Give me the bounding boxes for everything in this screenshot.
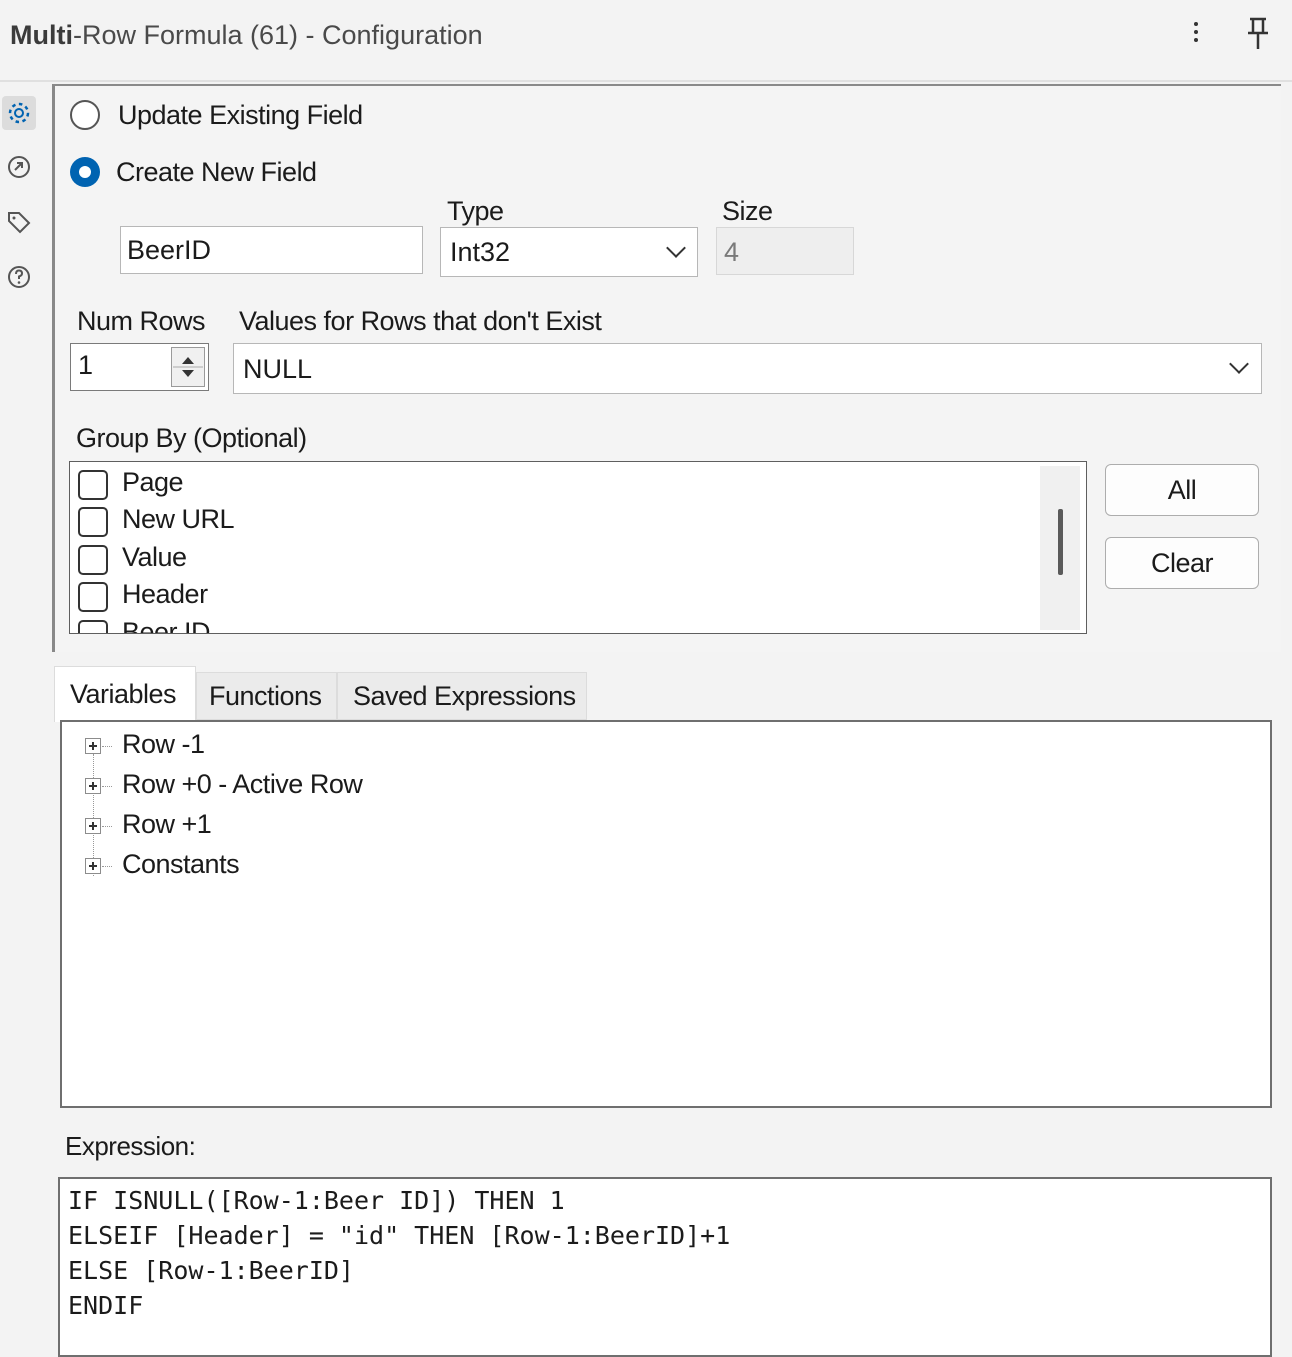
expression-line: ENDIF bbox=[68, 1291, 144, 1320]
expand-icon[interactable] bbox=[85, 818, 101, 834]
values-for-rows-label: Values for Rows that don't Exist bbox=[239, 306, 602, 336]
group-by-scrollbar[interactable] bbox=[1040, 466, 1080, 630]
expression-label: Expression: bbox=[65, 1131, 196, 1161]
size-value: 4 bbox=[724, 237, 740, 267]
num-rows-stepper[interactable]: 1 bbox=[70, 343, 209, 391]
tree-branch bbox=[102, 786, 112, 787]
connections-icon[interactable] bbox=[2, 150, 36, 184]
group-by-checkbox-new-url[interactable] bbox=[78, 507, 108, 537]
values-for-rows-dropdown[interactable]: NULL bbox=[233, 343, 1262, 394]
tree-item-active-row[interactable]: Row +0 - Active Row bbox=[122, 769, 363, 800]
tree-branch bbox=[102, 866, 112, 867]
update-existing-label[interactable]: Update Existing Field bbox=[118, 100, 363, 131]
create-new-label[interactable]: Create New Field bbox=[116, 157, 317, 188]
group-by-item-label: Header bbox=[122, 579, 208, 609]
group-by-item-label: Page bbox=[122, 467, 184, 497]
window-header: Multi-Row Formula (61) - Configuration bbox=[0, 0, 1292, 72]
field-name-input[interactable]: BeerID bbox=[120, 226, 423, 274]
scrollbar-thumb[interactable] bbox=[1058, 509, 1063, 575]
group-by-item-label: New URL bbox=[122, 504, 235, 534]
stepper-buttons[interactable] bbox=[171, 347, 205, 387]
group-by-list[interactable]: Page New URL Value Header Beer ID bbox=[69, 461, 1087, 634]
expression-line: ELSEIF [Header] = "id" THEN [Row-1:BeerI… bbox=[68, 1221, 731, 1250]
group-by-item-label: Value bbox=[122, 542, 187, 572]
tree-item-row-minus-1[interactable]: Row -1 bbox=[122, 729, 205, 760]
tab-saved-expressions[interactable]: Saved Expressions bbox=[337, 672, 587, 720]
more-options-icon[interactable] bbox=[1186, 18, 1206, 52]
expression-line: ELSE [Row-1:BeerID] bbox=[68, 1256, 354, 1285]
pin-icon[interactable] bbox=[1242, 16, 1274, 52]
num-rows-label: Num Rows bbox=[77, 306, 206, 336]
tree-branch bbox=[102, 826, 112, 827]
expand-icon[interactable] bbox=[85, 738, 101, 754]
group-by-label: Group By (Optional) bbox=[76, 423, 307, 453]
chevron-down-icon bbox=[666, 238, 686, 258]
tab-functions[interactable]: Functions bbox=[196, 672, 337, 720]
tab-variables[interactable]: Variables bbox=[54, 666, 196, 722]
tree-branch bbox=[102, 746, 112, 747]
values-for-rows-value: NULL bbox=[243, 354, 313, 384]
expand-icon[interactable] bbox=[85, 858, 101, 874]
expression-line: IF ISNULL([Row-1:Beer ID]) THEN 1 bbox=[68, 1186, 565, 1215]
tag-icon[interactable] bbox=[2, 205, 36, 239]
create-new-radio[interactable] bbox=[70, 157, 100, 187]
header-divider bbox=[0, 80, 1292, 82]
update-existing-radio[interactable] bbox=[70, 100, 100, 130]
type-label: Type bbox=[447, 196, 504, 226]
expression-editor[interactable]: IF ISNULL([Row-1:Beer ID]) THEN 1 ELSEIF… bbox=[58, 1177, 1272, 1357]
tree-item-row-plus-1[interactable]: Row +1 bbox=[122, 809, 212, 840]
group-by-checkbox-value[interactable] bbox=[78, 545, 108, 575]
group-by-checkbox-page[interactable] bbox=[78, 470, 108, 500]
help-icon[interactable] bbox=[2, 260, 36, 294]
type-dropdown-value: Int32 bbox=[450, 237, 511, 267]
expand-icon[interactable] bbox=[85, 778, 101, 794]
clear-button[interactable]: Clear bbox=[1105, 537, 1259, 589]
all-button[interactable]: All bbox=[1105, 464, 1259, 516]
group-by-checkbox-beer-id[interactable] bbox=[78, 620, 108, 633]
group-by-item-label: Beer ID bbox=[122, 617, 211, 634]
variables-tree[interactable]: Row -1 Row +0 - Active Row Row +1 Consta… bbox=[60, 720, 1272, 1108]
num-rows-value: 1 bbox=[78, 350, 94, 380]
type-dropdown[interactable]: Int32 bbox=[440, 227, 698, 277]
window-title: Multi-Row Formula (61) - Configuration bbox=[10, 20, 483, 50]
group-by-checkbox-header[interactable] bbox=[78, 582, 108, 612]
field-name-value: BeerID bbox=[127, 234, 212, 265]
size-label: Size bbox=[722, 196, 773, 226]
gear-icon[interactable] bbox=[2, 96, 36, 130]
chevron-down-icon bbox=[1229, 354, 1249, 374]
size-field: 4 bbox=[716, 227, 854, 275]
tree-item-constants[interactable]: Constants bbox=[122, 849, 240, 880]
